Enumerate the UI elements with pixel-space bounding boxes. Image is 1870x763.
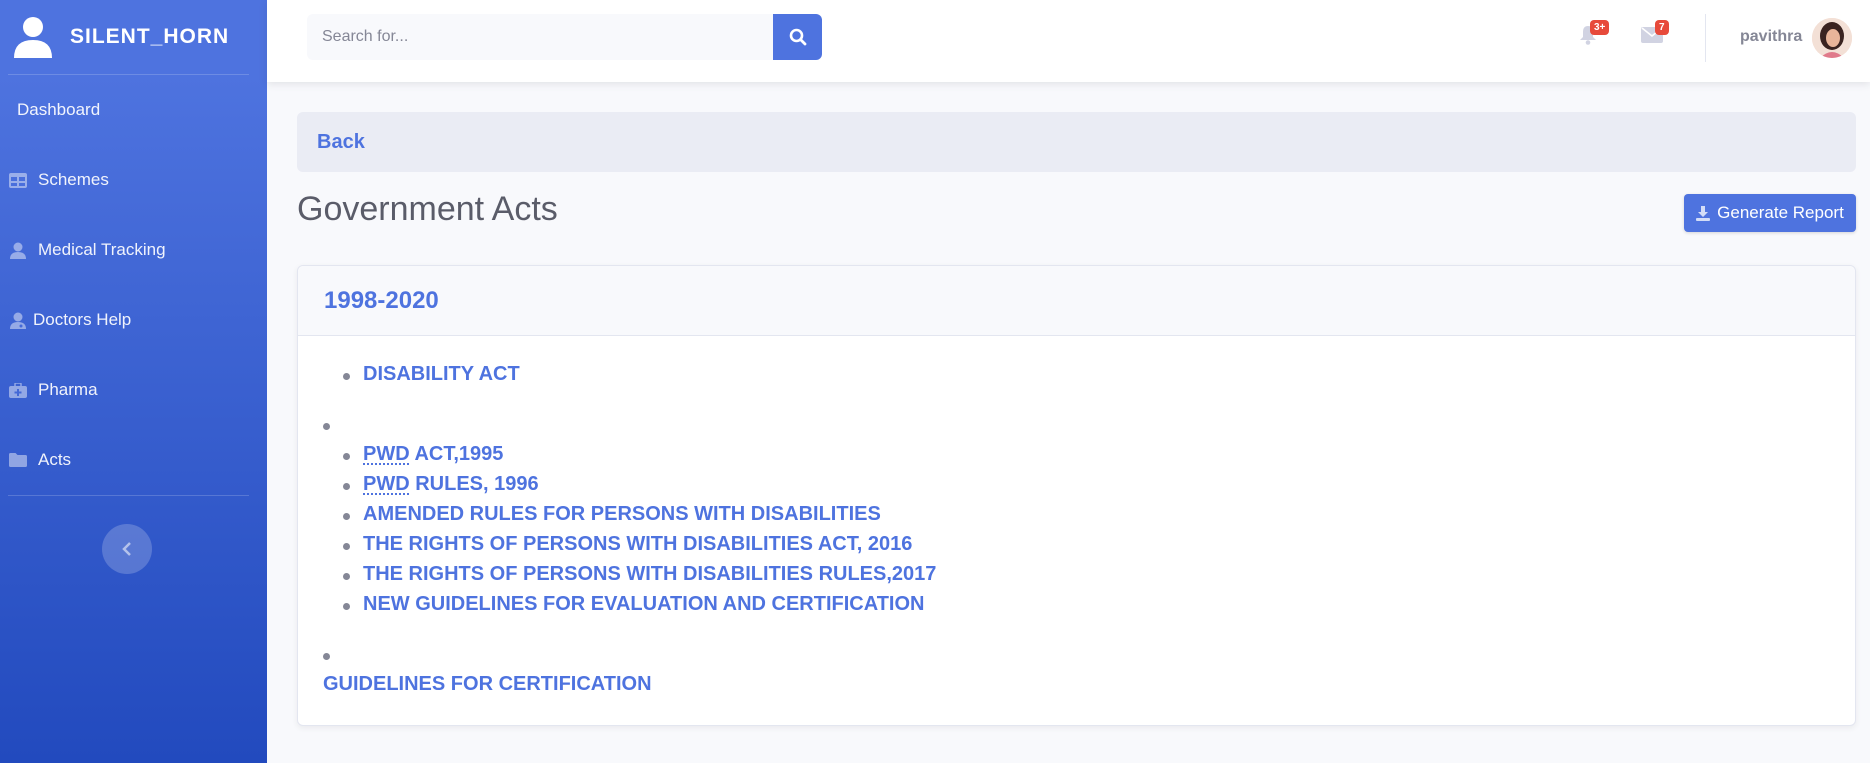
pwd-abbr: PWD [363,443,410,465]
acts-card: 1998-2020 DISABILITY ACT PWD ACT,1995 PW… [297,265,1856,726]
messages-badge: 7 [1655,20,1669,35]
user-name[interactable]: pavithra [1740,28,1802,46]
sidebar-item-dashboard[interactable]: Dashboard [0,75,267,145]
messages-button[interactable]: 7 [1641,20,1669,49]
alerts-badge: 3+ [1590,20,1610,35]
breadcrumb: Back [297,112,1856,172]
list-item: AMENDED RULES FOR PERSONS WITH DISABILIT… [363,503,881,526]
chevron-left-icon [122,542,131,556]
download-icon [1696,205,1711,221]
sidebar-item-doctors-help[interactable]: Doctors Help [0,285,267,355]
sidebar: SILENT_HORN Dashboard Schemes Medical Tr… [0,0,267,763]
list-bullet [343,573,350,580]
act-link-new-guidelines[interactable]: NEW GUIDELINES FOR EVALUATION AND CERTIF… [363,593,924,616]
list-bullet [343,373,350,380]
sidebar-item-pharma[interactable]: Pharma [0,355,267,425]
list-bullet [323,423,330,430]
list-item: THE RIGHTS OF PERSONS WITH DISABILITIES … [363,563,936,586]
act-link-disability-act[interactable]: DISABILITY ACT [363,363,520,386]
user-icon [14,17,52,58]
act-link-text: ACT,1995 [409,443,504,465]
act-link-rpwd-act-2016[interactable]: THE RIGHTS OF PERSONS WITH DISABILITIES … [363,533,912,556]
folder-icon [8,451,28,469]
list-bullet [343,453,350,460]
sidebar-brand[interactable]: SILENT_HORN [0,0,267,74]
list-item: DISABILITY ACT [363,363,520,386]
act-link-pwd-act-1995[interactable]: PWD ACT,1995 [363,443,503,466]
list-item: GUIDELINES FOR CERTIFICATION [323,673,652,696]
search-button[interactable] [773,14,822,60]
list-bullet [323,653,330,660]
list-bullet [343,513,350,520]
act-link-amended-rules[interactable]: AMENDED RULES FOR PERSONS WITH DISABILIT… [363,503,881,526]
search-icon [789,28,806,46]
sidebar-item-schemes[interactable]: Schemes [0,145,267,215]
page-title: Government Acts [297,190,558,228]
act-link-text: RULES, 1996 [409,473,539,495]
brand-name: SILENT_HORN [70,25,230,48]
list-bullet [343,483,350,490]
sidebar-item-label: Doctors Help [33,310,132,329]
sidebar-item-label: Medical Tracking [38,240,166,259]
sidebar-divider [8,495,249,496]
sidebar-item-medical-tracking[interactable]: Medical Tracking [0,215,267,285]
act-link-guidelines-certification[interactable]: GUIDELINES FOR CERTIFICATION [323,673,652,696]
list-item: PWD RULES, 1996 [363,473,539,496]
medkit-icon [8,381,28,399]
search-form [307,14,822,60]
sidebar-item-label: Schemes [38,170,109,189]
sidebar-item-acts[interactable]: Acts [0,425,267,495]
back-link[interactable]: Back [317,131,365,154]
avatar[interactable] [1812,18,1852,58]
list-bullet [343,603,350,610]
sidebar-item-label: Pharma [38,380,98,399]
list-bullet [343,543,350,550]
pwd-abbr: PWD [363,473,410,495]
list-item: THE RIGHTS OF PERSONS WITH DISABILITIES … [363,533,912,556]
sidebar-toggle-button[interactable] [102,524,152,574]
user-icon [8,241,28,259]
list-item: NEW GUIDELINES FOR EVALUATION AND CERTIF… [363,593,924,616]
sidebar-item-label: Acts [38,450,72,469]
act-link-rpwd-rules-2017[interactable]: THE RIGHTS OF PERSONS WITH DISABILITIES … [363,563,936,586]
search-input[interactable] [307,14,773,60]
generate-report-button[interactable]: Generate Report [1684,194,1856,232]
alerts-button[interactable]: 3+ [1578,20,1610,51]
topbar-divider [1705,14,1706,62]
card-header: 1998-2020 [298,266,1855,336]
sidebar-item-label: Dashboard [17,100,101,119]
doctor-icon [8,311,28,329]
act-link-pwd-rules-1996[interactable]: PWD RULES, 1996 [363,473,539,496]
table-icon [8,171,28,189]
topbar: 3+ 7 pavithra [267,0,1870,82]
avatar-image [1812,18,1852,58]
card-title: 1998-2020 [324,286,439,314]
list-item: PWD ACT,1995 [363,443,503,466]
generate-report-label: Generate Report [1717,203,1844,222]
